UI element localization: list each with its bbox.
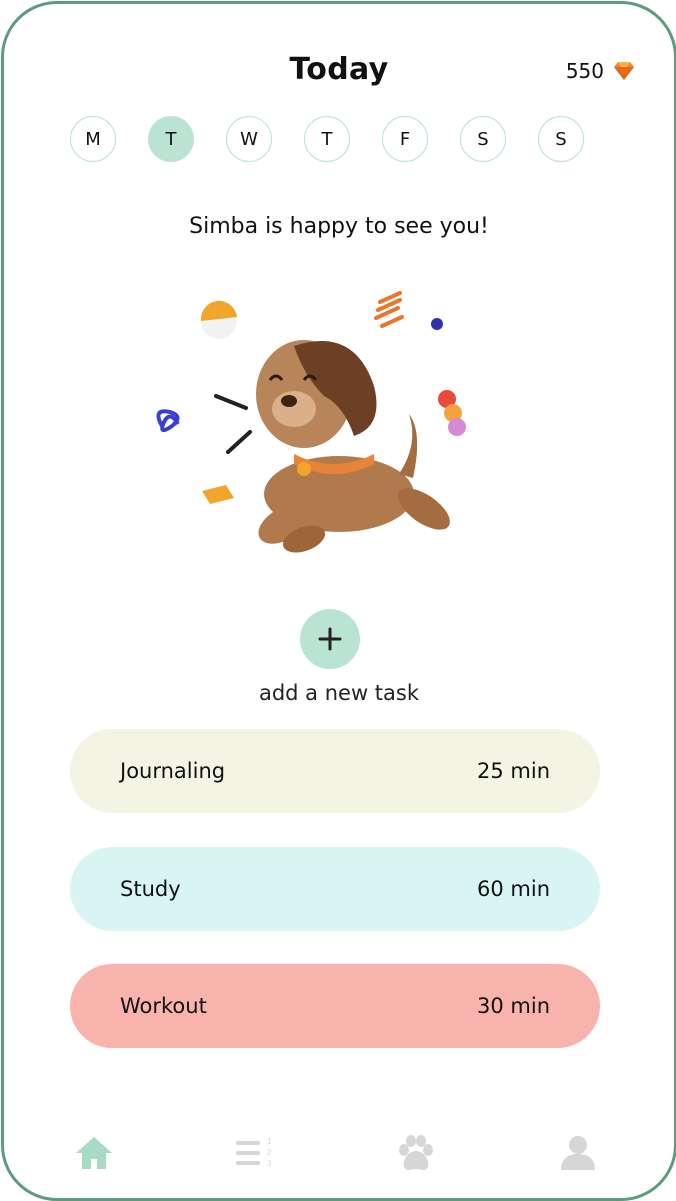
add-task-label: add a new task [258, 681, 420, 705]
bottom-nav: 1 2 3 [4, 1129, 674, 1179]
profile-icon [561, 1136, 595, 1170]
svg-text:1: 1 [267, 1137, 272, 1146]
day-tuesday[interactable]: T [148, 116, 194, 162]
paw-icon [399, 1135, 433, 1170]
day-friday[interactable]: F [382, 116, 428, 162]
pet-greeting: Simba is happy to see you! [189, 214, 489, 239]
add-task-button[interactable] [300, 609, 360, 669]
nav-pet[interactable] [392, 1129, 440, 1177]
phone-frame: Today 550 M T W T F S S Simba is happy t… [1, 1, 676, 1201]
gem-icon [612, 61, 636, 81]
week-day-selector: M T W T F S S [70, 116, 584, 162]
coin-count: 550 [565, 59, 604, 83]
task-duration: 30 min [477, 994, 550, 1018]
task-study[interactable]: Study 60 min [70, 847, 600, 931]
ranked-list-icon: 1 2 3 [236, 1137, 272, 1168]
puppy-illustration [144, 284, 484, 574]
home-icon [76, 1137, 112, 1169]
day-thursday[interactable]: T [304, 116, 350, 162]
day-sunday[interactable]: S [538, 116, 584, 162]
day-wednesday[interactable]: W [226, 116, 272, 162]
task-duration: 25 min [477, 759, 550, 783]
task-name: Workout [120, 994, 207, 1018]
task-duration: 60 min [477, 877, 550, 901]
svg-text:3: 3 [267, 1159, 272, 1168]
plus-icon [318, 627, 342, 651]
nav-ranking[interactable]: 1 2 3 [232, 1129, 280, 1177]
task-name: Journaling [120, 759, 226, 783]
task-journaling[interactable]: Journaling 25 min [70, 729, 600, 813]
nav-home[interactable] [70, 1129, 118, 1177]
task-workout[interactable]: Workout 30 min [70, 964, 600, 1048]
task-name: Study [120, 877, 181, 901]
day-saturday[interactable]: S [460, 116, 506, 162]
day-monday[interactable]: M [70, 116, 116, 162]
nav-profile[interactable] [554, 1129, 602, 1177]
coin-balance: 550 [566, 59, 636, 83]
svg-text:2: 2 [267, 1148, 272, 1157]
